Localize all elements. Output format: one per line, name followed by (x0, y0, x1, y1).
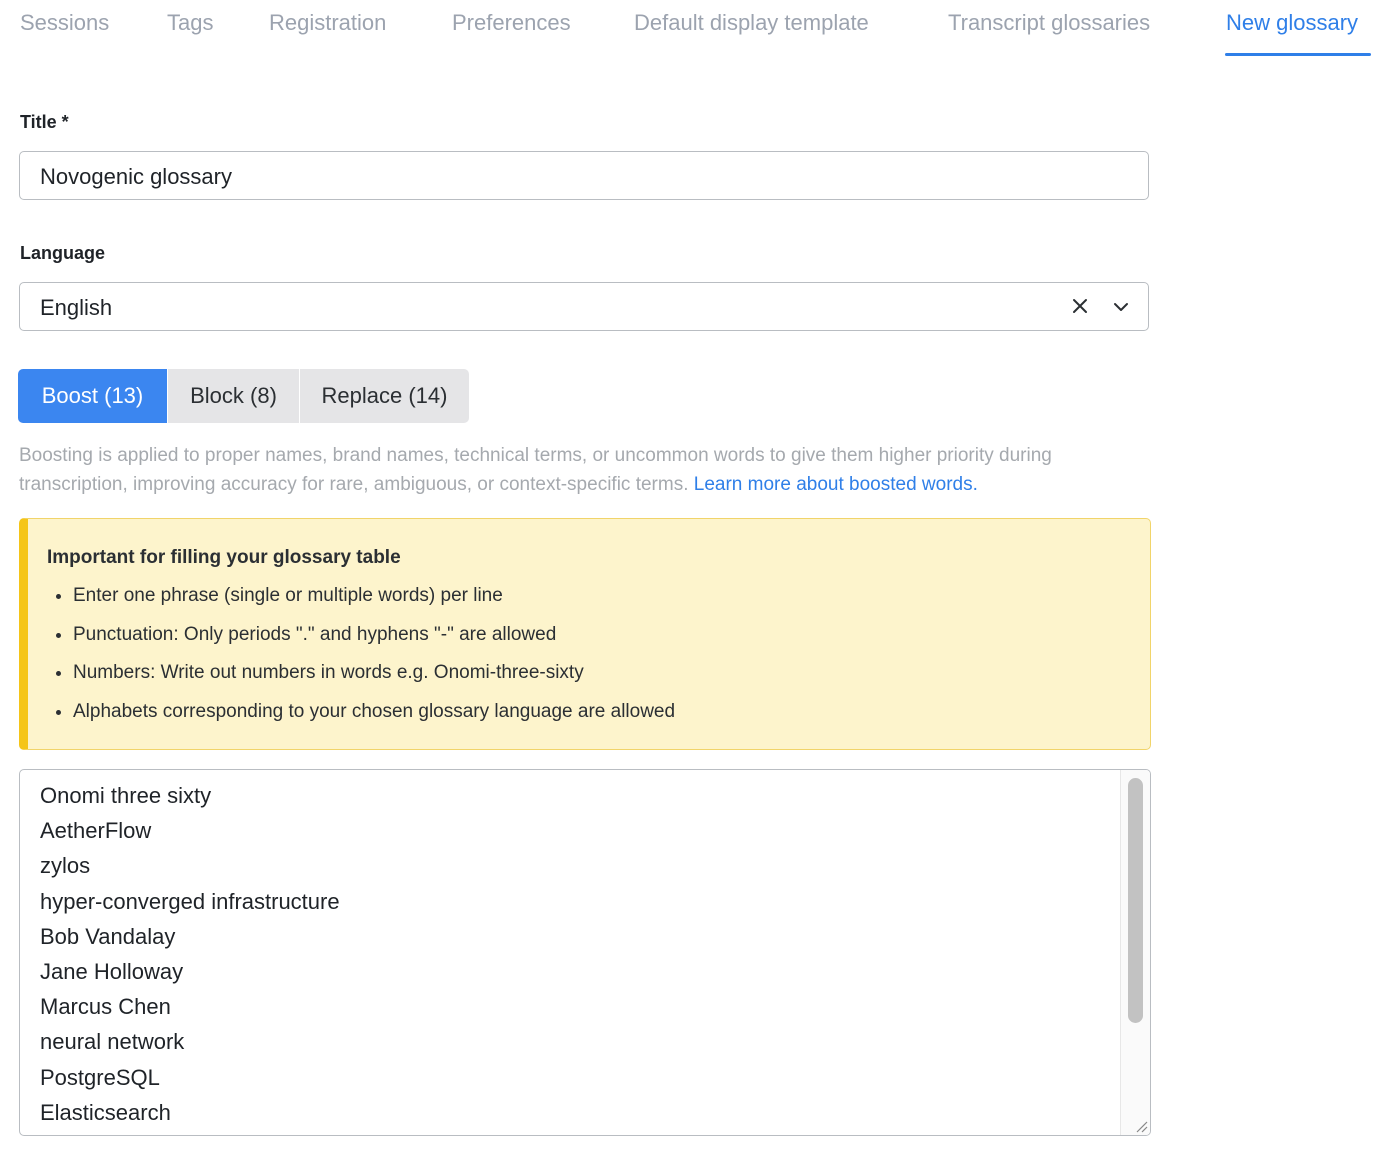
tab-new-glossary[interactable]: New glossary (1226, 10, 1358, 36)
glossary-line: zylos (40, 853, 91, 879)
glossary-line: Marcus Chen (40, 994, 171, 1020)
language-select-value: English (40, 295, 113, 320)
scrollbar-thumb[interactable] (1128, 778, 1143, 1023)
glossary-line: hyper-converged infrastructure (40, 888, 340, 914)
tab-registration[interactable]: Registration (269, 10, 386, 36)
notice-list: Enter one phrase (single or multiple wor… (47, 577, 675, 732)
glossary-line: Onomi three sixty (40, 783, 212, 808)
glossary-notice: Important for filling your glossary tabl… (19, 518, 1151, 750)
chevron-down-icon[interactable] (1112, 298, 1130, 316)
tab-tags[interactable]: Tags (167, 10, 213, 36)
glossary-line: Elasticsearch (40, 1099, 171, 1125)
tab-transcript-glossaries[interactable]: Transcript glossaries (948, 10, 1150, 36)
tab-bar: Sessions Tags Registration Preferences D… (0, 0, 1384, 58)
glossary-line: AetherFlow (40, 818, 152, 844)
notice-item: Numbers: Write out numbers in words e.g.… (73, 654, 675, 693)
learn-more-link[interactable]: Learn more about boosted words. (694, 474, 978, 495)
resize-handle-icon[interactable] (1134, 1119, 1148, 1133)
segment-boost[interactable]: Boost (13) (18, 369, 167, 423)
textarea-scrollbar[interactable] (1120, 770, 1150, 1135)
boost-help-text: Boosting is applied to proper names, bra… (19, 441, 1149, 499)
title-label: Title * (20, 112, 69, 132)
active-tab-indicator (1225, 53, 1371, 56)
tab-sessions[interactable]: Sessions (20, 10, 109, 36)
tab-preferences[interactable]: Preferences (452, 10, 571, 36)
notice-item: Alphabets corresponding to your chosen g… (73, 693, 675, 732)
glossary-line: Jane Holloway (40, 958, 184, 984)
notice-title: Important for filling your glossary tabl… (47, 547, 401, 568)
glossary-line: PostgreSQL (40, 1064, 160, 1090)
notice-item: Punctuation: Only periods "." and hyphen… (73, 616, 675, 655)
segment-block[interactable]: Block (8) (168, 369, 299, 423)
title-input-value: Novogenic glossary (40, 164, 232, 189)
glossary-lines: Onomi three sixty AetherFlow zylos hyper… (40, 780, 340, 1132)
title-input[interactable]: Novogenic glossary (19, 151, 1149, 200)
tab-default-display-template[interactable]: Default display template (634, 10, 869, 36)
glossary-line: neural network (40, 1029, 185, 1055)
glossary-line: Bob Vandalay (40, 923, 176, 949)
glossary-textarea[interactable]: Onomi three sixty AetherFlow zylos hyper… (19, 769, 1151, 1136)
language-select[interactable]: English (19, 282, 1149, 331)
language-label: Language (20, 243, 106, 263)
segment-replace[interactable]: Replace (14) (300, 369, 469, 423)
clear-icon[interactable] (1070, 296, 1090, 316)
notice-item: Enter one phrase (single or multiple wor… (73, 577, 675, 616)
